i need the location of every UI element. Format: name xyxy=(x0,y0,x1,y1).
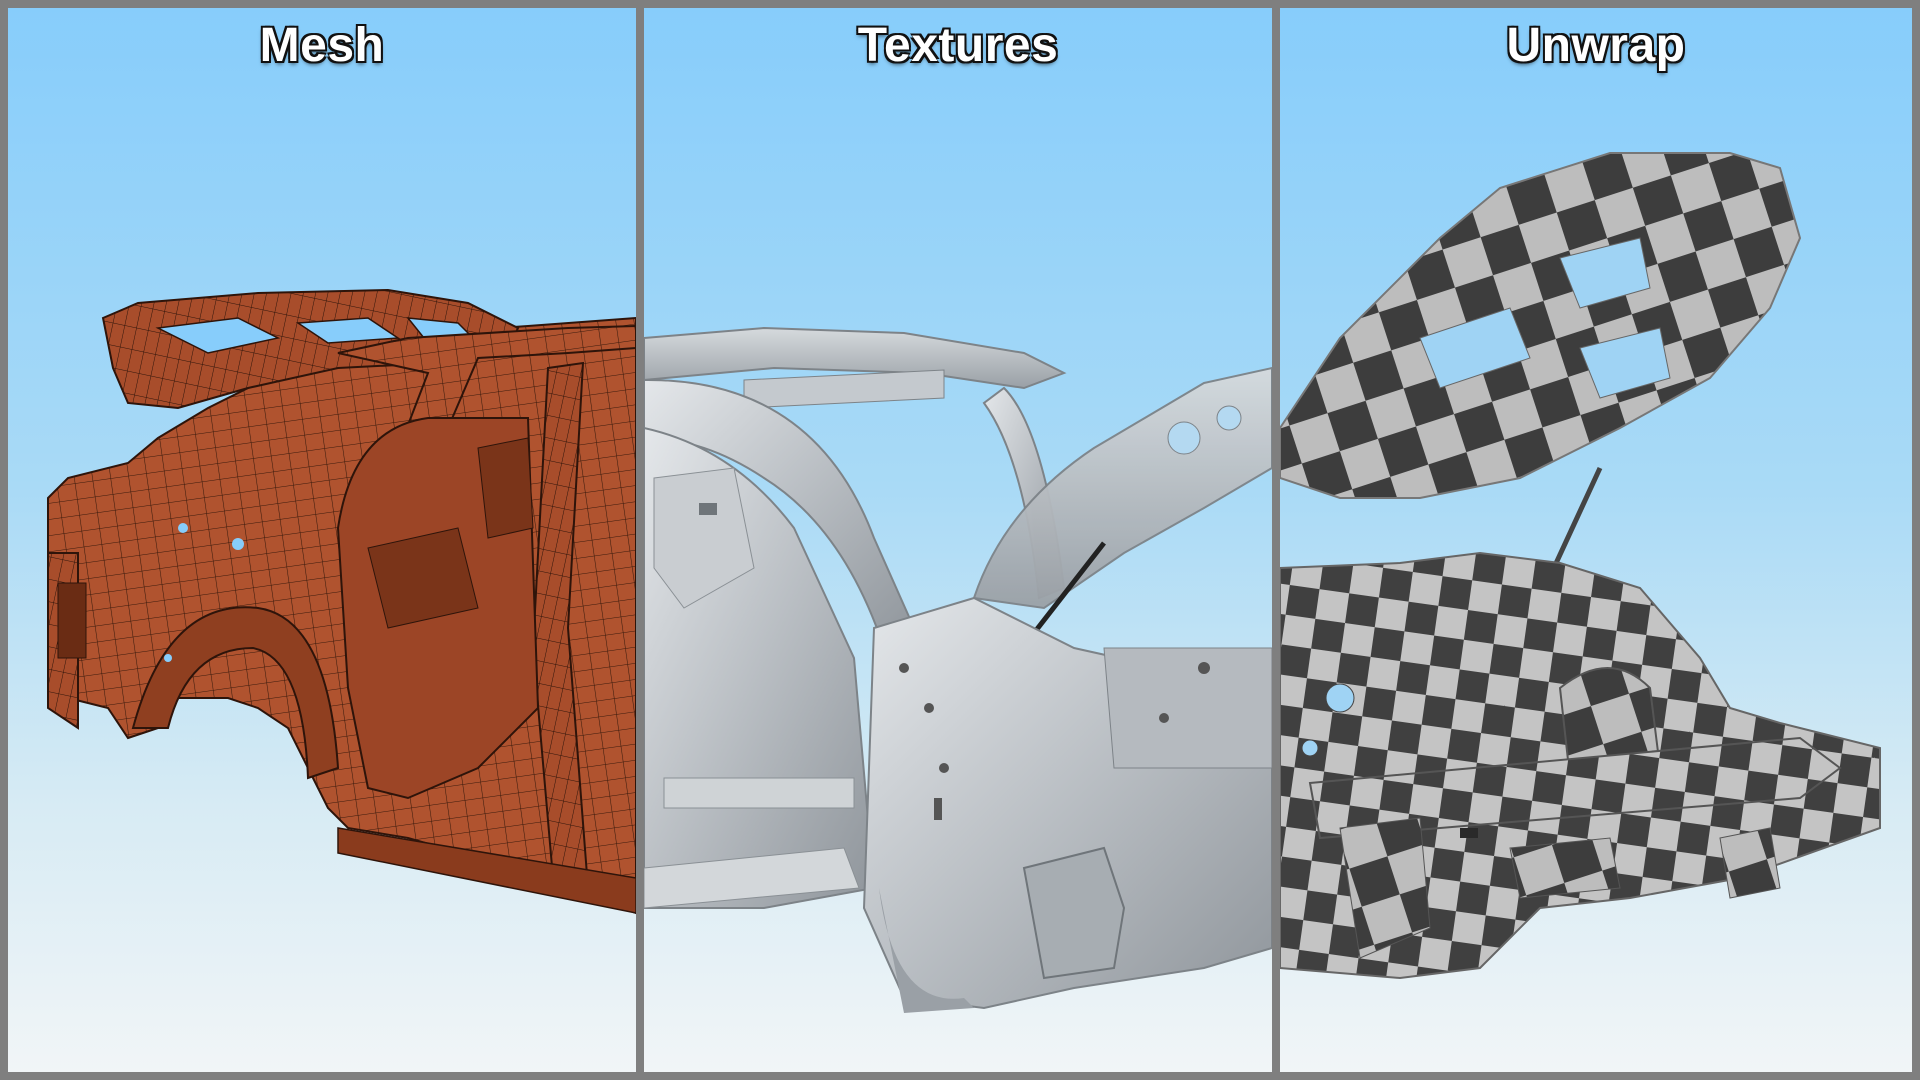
panel-title-textures: Textures xyxy=(857,19,1059,72)
unwrap-panel: Unwrap xyxy=(1280,8,1912,1072)
textures-panel: Textures xyxy=(644,8,1272,1072)
render-comparison-sheet: Mesh Textures Unwrap xyxy=(0,0,1920,1080)
textured-car-body-render xyxy=(644,326,1272,1013)
mesh-panel: Mesh xyxy=(8,8,636,1072)
mesh-car-body-render xyxy=(47,288,636,915)
uv-checker-car-body-render xyxy=(1280,152,1881,980)
panel-title-unwrap: Unwrap xyxy=(1506,19,1686,72)
panel-title-mesh: Mesh xyxy=(259,19,385,72)
